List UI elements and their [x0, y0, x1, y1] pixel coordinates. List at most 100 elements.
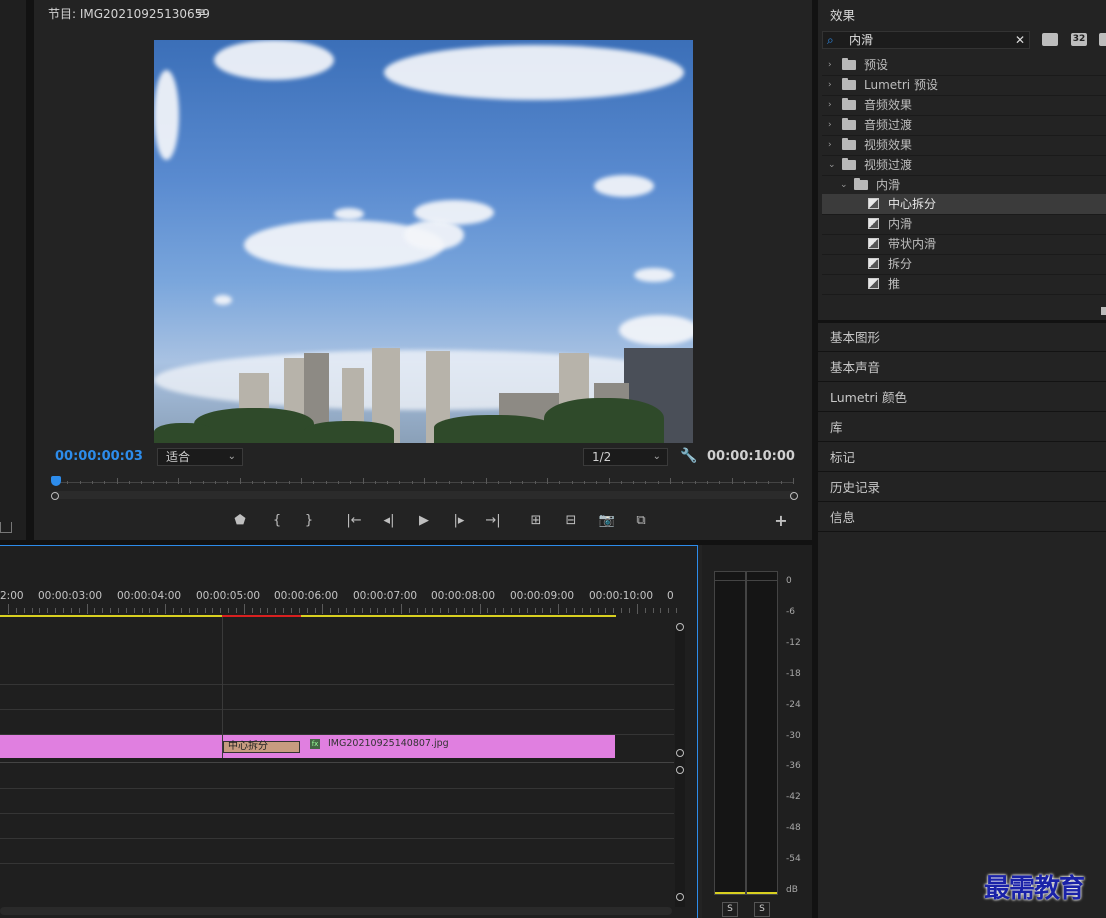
- ruler-tick: [47, 608, 49, 613]
- effects-tree-item[interactable]: ⌄ 视频过渡: [822, 155, 1106, 176]
- ruler-tick: [243, 604, 245, 614]
- ruler-tick: [227, 481, 229, 484]
- ruler-tick: [173, 608, 175, 613]
- horizontal-scrollbar[interactable]: [0, 907, 672, 915]
- effects-tree-item[interactable]: 内滑: [822, 214, 1106, 235]
- chevron-right-icon[interactable]: ›: [828, 115, 832, 135]
- go-to-out-icon[interactable]: →|: [483, 511, 503, 531]
- side-panel-tab[interactable]: Lumetri 颜色: [818, 383, 1106, 412]
- scrollbar-handle[interactable]: [676, 623, 684, 631]
- side-panel-tab[interactable]: 历史记录: [818, 473, 1106, 502]
- scrub-end-handle[interactable]: [790, 492, 798, 500]
- chevron-right-icon[interactable]: ›: [828, 135, 832, 155]
- ruler-tick: [399, 481, 401, 484]
- effects-tree-item[interactable]: › 音频过渡: [822, 115, 1106, 136]
- transition-block[interactable]: 中心拆分: [223, 741, 300, 753]
- comparison-view-icon[interactable]: ⧉: [631, 511, 651, 531]
- playhead-marker[interactable]: [51, 476, 61, 486]
- search-input[interactable]: 内滑: [849, 32, 873, 48]
- fit-dropdown[interactable]: 适合 ⌄: [157, 448, 243, 466]
- lift-icon[interactable]: ⊞: [526, 511, 546, 531]
- 32-bit-effects-icon[interactable]: 32: [1071, 33, 1087, 46]
- effects-tree-item[interactable]: 拆分: [822, 254, 1106, 275]
- ruler-tick: [497, 481, 499, 484]
- chevron-right-icon[interactable]: ›: [828, 75, 832, 95]
- ruler-tick: [298, 608, 300, 613]
- effects-tree-label: 视频效果: [864, 138, 913, 152]
- scrollbar-handle[interactable]: [676, 749, 684, 757]
- ruler-tick: [793, 478, 794, 484]
- solo-left-button[interactable]: S: [722, 902, 738, 917]
- ruler-tick: [559, 481, 561, 484]
- ruler-tick: [411, 481, 413, 484]
- effects-panel-title[interactable]: 效果: [830, 5, 855, 24]
- effects-tree-item[interactable]: ⌄ 内滑: [822, 175, 1106, 196]
- ruler-tick: [463, 608, 465, 613]
- out-point-icon[interactable]: }: [299, 511, 319, 531]
- side-panel-tab[interactable]: 标记: [818, 443, 1106, 472]
- effects-tree-item[interactable]: 带状内滑: [822, 234, 1106, 255]
- effects-tree-item[interactable]: 推: [822, 274, 1106, 295]
- meter-scale-label: 0: [786, 576, 792, 586]
- side-panel-tab[interactable]: 库: [818, 413, 1106, 442]
- ruler-tick: [264, 481, 266, 484]
- scrollbar-handle[interactable]: [676, 893, 684, 901]
- resolution-dropdown[interactable]: 1/2 ⌄: [583, 448, 668, 466]
- chevron-down-icon[interactable]: ⌄: [840, 175, 848, 195]
- marker-icon[interactable]: ⬟: [230, 511, 250, 531]
- new-bin-icon[interactable]: [1101, 307, 1106, 315]
- current-timecode[interactable]: 00:00:00:03: [55, 449, 143, 464]
- clear-search-icon[interactable]: ✕: [1015, 32, 1025, 48]
- ruler-tick: [440, 608, 442, 613]
- video-clip[interactable]: [0, 735, 615, 758]
- effects-tree-item[interactable]: › 视频效果: [822, 135, 1106, 156]
- hamburger-icon[interactable]: ≡: [196, 5, 206, 19]
- chevron-right-icon[interactable]: ›: [828, 55, 832, 75]
- wrench-icon[interactable]: 🔧: [680, 448, 697, 464]
- ruler-tick: [31, 608, 33, 613]
- export-icon[interactable]: [0, 522, 12, 533]
- ruler-tick: [694, 481, 696, 484]
- preset-folder-icon: [842, 58, 856, 70]
- scrub-start-handle[interactable]: [51, 492, 59, 500]
- ruler-tick: [157, 608, 159, 613]
- in-point-icon[interactable]: {: [267, 511, 287, 531]
- effects-search[interactable]: ⌕ 内滑 ✕: [822, 31, 1030, 49]
- effects-tree-item[interactable]: › 音频效果: [822, 95, 1106, 116]
- effects-tree-item[interactable]: › 预设: [822, 55, 1106, 76]
- export-frame-icon[interactable]: 📷: [597, 511, 617, 531]
- playhead-line[interactable]: [222, 617, 223, 758]
- ruler-tick: [290, 608, 292, 613]
- chevron-right-icon[interactable]: ›: [828, 95, 832, 115]
- extract-icon[interactable]: ⊟: [561, 511, 581, 531]
- program-title[interactable]: 节目: IMG20210925130659: [48, 5, 210, 22]
- timeline-ruler-label: 2:00: [0, 590, 24, 602]
- accelerated-effects-icon[interactable]: [1042, 33, 1058, 46]
- chevron-down-icon[interactable]: ⌄: [828, 155, 836, 175]
- ruler-tick: [79, 481, 81, 484]
- ruler-tick: [165, 604, 167, 614]
- ruler-tick: [118, 608, 120, 613]
- side-panel-tab[interactable]: 基本声音: [818, 353, 1106, 382]
- side-panel-tab[interactable]: 信息: [818, 503, 1106, 532]
- scrollbar-handle[interactable]: [676, 766, 684, 774]
- play-icon[interactable]: ▶: [414, 511, 434, 531]
- ruler-tick: [110, 608, 112, 613]
- render-bar-yellow: [0, 615, 222, 617]
- go-to-in-icon[interactable]: |←: [344, 511, 364, 531]
- ruler-tick: [473, 481, 475, 484]
- step-forward-icon[interactable]: |▸: [449, 511, 469, 531]
- ruler-tick: [731, 478, 733, 484]
- ruler-tick: [196, 608, 198, 613]
- solo-right-button[interactable]: S: [754, 902, 770, 917]
- effects-tree-item[interactable]: › Lumetri 预设: [822, 75, 1106, 96]
- ruler-tick: [670, 478, 671, 484]
- add-button-icon[interactable]: +: [771, 511, 791, 531]
- ruler-tick: [571, 481, 573, 484]
- ruler-tick: [550, 608, 552, 613]
- side-panel-tab[interactable]: 基本图形: [818, 323, 1106, 352]
- effects-tree-item[interactable]: 中心拆分: [822, 194, 1106, 215]
- yuv-effects-icon[interactable]: [1099, 33, 1106, 46]
- step-back-icon[interactable]: ◂|: [379, 511, 399, 531]
- ruler-tick: [212, 608, 214, 613]
